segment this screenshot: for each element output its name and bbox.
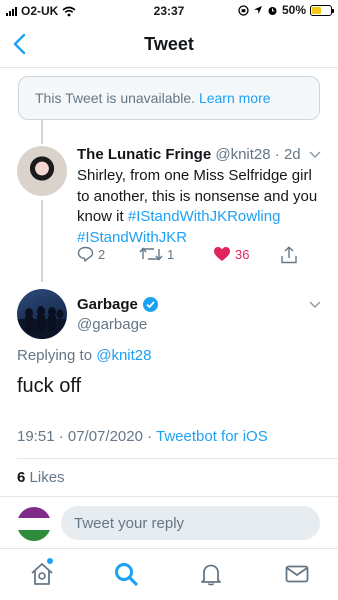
tweet-actions: 2 1 36 [77, 246, 307, 266]
author-name-row: Garbage [77, 296, 158, 313]
home-icon[interactable] [29, 561, 55, 587]
page-title: Tweet [144, 34, 194, 54]
unavailable-message: This Tweet is unavailable. [35, 90, 196, 106]
avatar[interactable] [17, 289, 67, 339]
mail-icon[interactable] [284, 561, 310, 587]
alarm-icon [268, 6, 277, 15]
author-name[interactable]: Garbage [77, 296, 138, 313]
reply-icon [77, 246, 94, 262]
avatar[interactable] [17, 507, 51, 541]
status-right: 50% [238, 3, 334, 17]
author-name[interactable]: The Lunatic Fringe [77, 146, 211, 163]
chevron-down-icon[interactable] [309, 151, 321, 159]
avatar[interactable] [17, 146, 67, 196]
reply-button[interactable]: 2 [77, 246, 105, 262]
share-icon [281, 246, 297, 264]
divider [17, 458, 338, 459]
replying-label: Replying to [17, 347, 93, 364]
thread-line-bottom [41, 200, 43, 282]
main-tweet-text: fuck off [17, 375, 82, 397]
band-photo [17, 306, 67, 339]
rotation-lock-icon [238, 4, 249, 16]
hashtag-link[interactable]: #IStandWithJKRowling [128, 208, 281, 225]
author-handle[interactable]: @knit28 [215, 146, 270, 163]
unavailable-tweet-notice: This Tweet is unavailable. Learn more [18, 76, 320, 120]
timestamp-text: 19:51 · 07/07/2020 · [17, 428, 156, 445]
bell-icon[interactable] [198, 561, 224, 587]
reply-bar: Tweet your reply [0, 496, 338, 548]
parent-tweet-text: Shirley, from one Miss Selfridge girl to… [77, 166, 325, 248]
battery-icon [310, 4, 334, 16]
location-icon [253, 6, 262, 14]
battery-percent: 50% [281, 3, 306, 17]
retweet-icon [139, 247, 163, 261]
tweet-timestamp: 19:51 · 07/07/2020 · Tweetbot for iOS [17, 428, 268, 445]
search-icon[interactable] [113, 561, 139, 587]
like-count: 36 [235, 246, 250, 262]
nav-bar: Tweet [0, 22, 338, 68]
tweet-age: 2d [283, 146, 301, 163]
reply-input[interactable]: Tweet your reply [61, 506, 320, 540]
likes-number: 6 [17, 469, 26, 486]
notification-dot [47, 558, 53, 564]
separator: · [274, 146, 280, 163]
tab-bar [0, 548, 338, 600]
parent-tweet-header: The Lunatic Fringe @knit28 · 2d [77, 146, 301, 163]
heart-icon [214, 247, 230, 261]
replying-to-link[interactable]: @knit28 [96, 347, 151, 364]
status-bar: O2-UK 23:37 50% [0, 0, 338, 22]
like-button[interactable]: 36 [213, 246, 249, 262]
likes-count-row[interactable]: 6 Likes [17, 469, 65, 486]
reply-count: 2 [98, 246, 106, 262]
likes-label: Likes [29, 469, 65, 486]
share-button[interactable] [280, 246, 298, 264]
chevron-down-icon[interactable] [309, 301, 321, 309]
thread-line-top [41, 120, 43, 144]
hashtag-link[interactable]: #IStandWithJKR [77, 229, 187, 246]
retweet-button[interactable]: 1 [139, 246, 174, 262]
author-handle[interactable]: @garbage [77, 316, 147, 333]
replying-to: Replying to @knit28 [17, 347, 151, 364]
learn-more-link[interactable]: Learn more [199, 90, 271, 106]
verified-badge-icon [142, 297, 158, 312]
retweet-count: 1 [167, 246, 175, 262]
client-link[interactable]: Tweetbot for iOS [156, 428, 268, 445]
